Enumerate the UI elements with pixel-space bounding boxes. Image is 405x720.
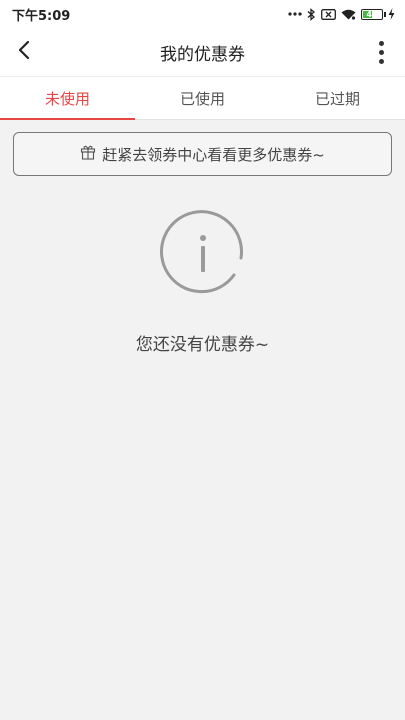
more-options-button[interactable] <box>371 36 391 68</box>
tab-unused-label: 未使用 <box>44 89 90 108</box>
battery-level: 47 <box>366 9 378 19</box>
status-time: 下午5:09 <box>12 8 71 24</box>
more-vertical-icon-dot <box>378 58 384 64</box>
empty-state-message: 您还没有优惠券~ <box>135 335 270 355</box>
battery-icon: 47 <box>361 8 386 20</box>
bluetooth-icon <box>307 7 316 21</box>
coupon-tabs: 未使用 已使用 已过期 <box>0 76 405 120</box>
status-bar: 下午5:09 47 <box>0 0 405 28</box>
screen: 下午5:09 47 我的优惠券 未使用 已使用 已过期 赶紧去领券中心看看更多优… <box>0 0 405 720</box>
coupon-center-label: 赶紧去领券中心看看更多优惠券~ <box>102 145 325 164</box>
page-title: 我的优惠券 <box>160 44 245 65</box>
more-vertical-icon-dot <box>378 49 384 55</box>
sim-x-icon <box>321 8 336 20</box>
tab-used-label: 已使用 <box>179 89 225 108</box>
tab-expired[interactable]: 已过期 <box>270 77 405 119</box>
charging-icon <box>388 8 395 20</box>
back-button[interactable] <box>8 36 40 68</box>
chevron-left-icon <box>17 40 31 64</box>
coupon-center-button[interactable]: 赶紧去领券中心看看更多优惠券~ <box>13 132 392 176</box>
status-icons: 47 <box>288 7 395 21</box>
info-icon <box>158 208 248 298</box>
tab-used[interactable]: 已使用 <box>135 77 270 119</box>
more-vertical-icon <box>378 40 384 46</box>
tab-expired-label: 已过期 <box>314 89 360 108</box>
nav-bar: 我的优惠券 <box>0 28 405 76</box>
wifi-icon <box>341 9 356 20</box>
tab-unused[interactable]: 未使用 <box>0 77 135 120</box>
more-dots-icon <box>288 11 302 17</box>
gift-icon <box>80 144 96 164</box>
